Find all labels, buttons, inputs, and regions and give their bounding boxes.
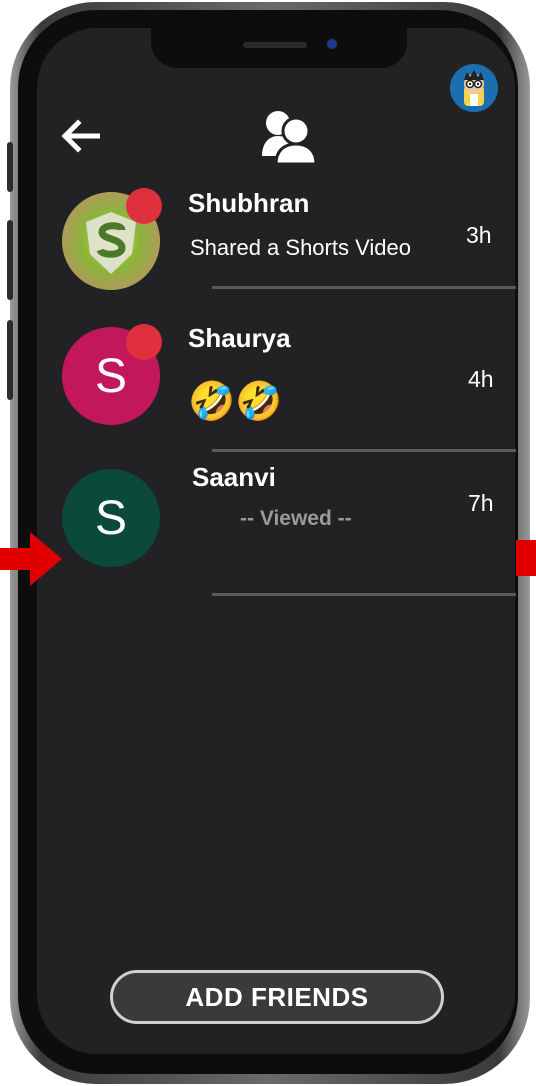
annotation-marker bbox=[516, 540, 536, 576]
conversation-time: 7h bbox=[468, 490, 494, 516]
back-arrow-icon[interactable] bbox=[60, 118, 101, 154]
conversation-message: Shared a Shorts Video bbox=[190, 235, 411, 260]
add-friends-button[interactable]: ADD FRIENDS bbox=[110, 970, 444, 1024]
conversation-name[interactable]: Shubhran bbox=[188, 188, 309, 219]
row-divider bbox=[212, 449, 516, 452]
phone-volume-up bbox=[7, 220, 13, 300]
phone-speaker bbox=[243, 42, 307, 48]
conversation-time: 3h bbox=[466, 222, 492, 248]
profile-avatar[interactable] bbox=[450, 64, 498, 112]
viewed-status: -- Viewed -- bbox=[240, 507, 352, 530]
conversation-name[interactable]: Shaurya bbox=[188, 323, 291, 354]
phone-volume-down bbox=[7, 320, 13, 400]
emoji-message: 🤣🤣 bbox=[188, 381, 283, 423]
phone-notch bbox=[151, 28, 407, 68]
avatar-letter[interactable]: S bbox=[62, 469, 160, 567]
unread-badge bbox=[126, 188, 162, 224]
conversation-time: 4h bbox=[468, 366, 494, 392]
annotation-arrow-icon bbox=[0, 532, 62, 586]
phone-side-button bbox=[7, 142, 13, 192]
row-divider bbox=[212, 593, 516, 596]
phone-camera bbox=[327, 39, 337, 49]
conversation-name[interactable]: Saanvi bbox=[192, 462, 276, 493]
row-divider bbox=[212, 286, 516, 289]
unread-badge bbox=[126, 324, 162, 360]
friends-icon[interactable] bbox=[260, 106, 320, 166]
